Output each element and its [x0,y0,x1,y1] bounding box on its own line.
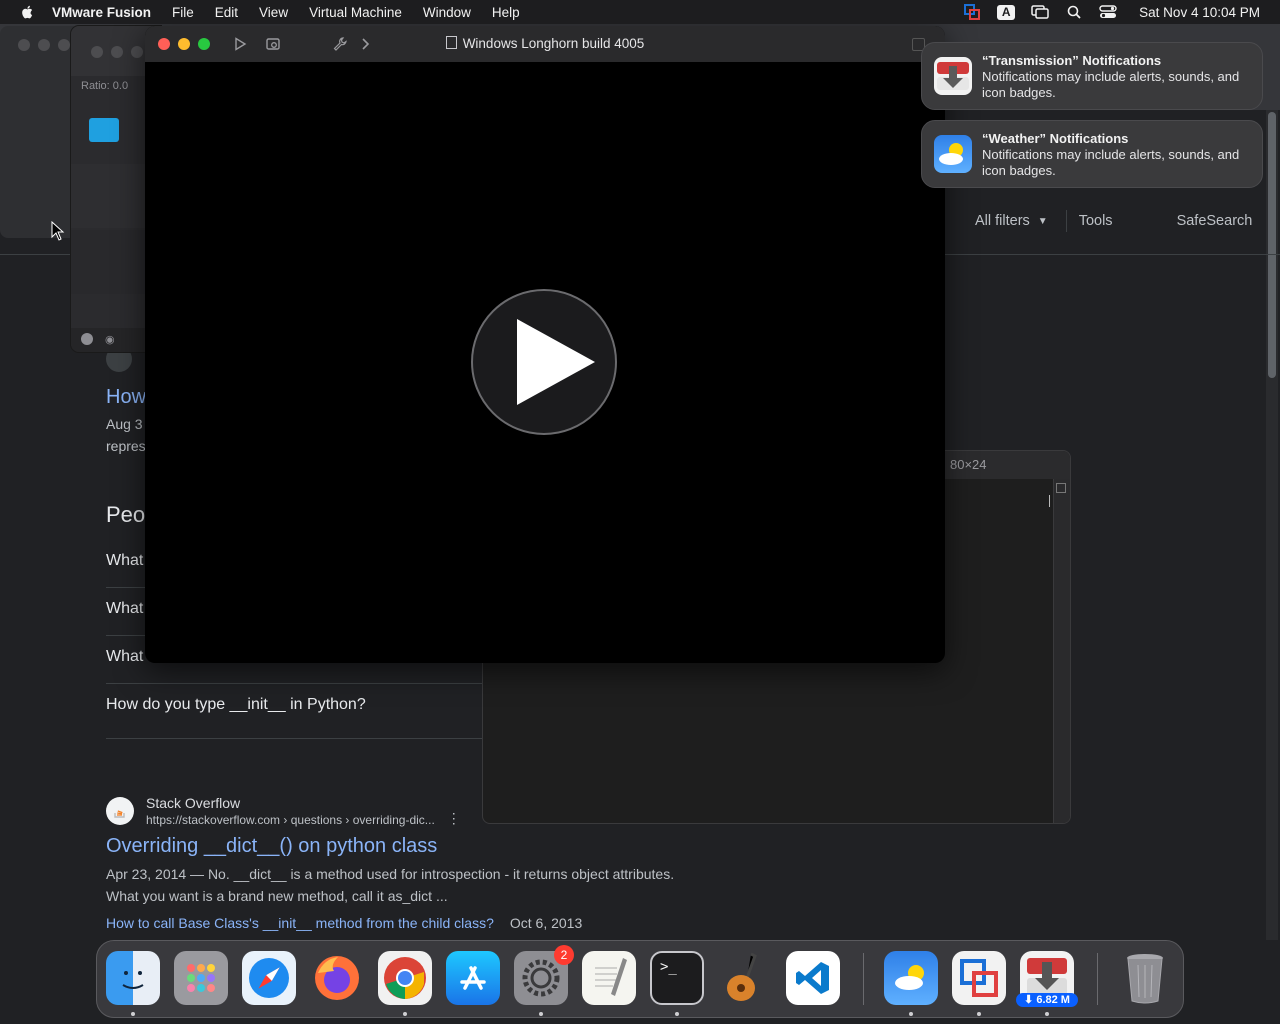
weather-icon [934,135,972,173]
dock-firefox-icon[interactable] [310,951,364,1005]
menu-clock[interactable]: Sat Nov 4 10:04 PM [1139,5,1260,20]
paa-divider [106,738,482,739]
result-snippet-line2: What you want is a brand new method, cal… [106,888,448,904]
ratio-label: Ratio: 0.0 [81,80,129,92]
spotlight-search-icon[interactable] [1065,4,1083,20]
dock-vmware-fusion-icon[interactable] [952,951,1006,1005]
running-indicator [675,1012,679,1016]
transmission-icon [934,57,972,95]
vm-title-text: Windows Longhorn build 4005 [462,36,645,51]
running-indicator [539,1012,543,1016]
related-link[interactable]: How to call Base Class's __init__ method… [106,915,494,931]
scrollbar-thumb[interactable] [1268,112,1276,378]
paa-question[interactable]: What [106,648,143,666]
transmission-speed-badge: ⬇ 6.82 M [1016,993,1078,1007]
caret-down-icon: ▼ [1037,215,1048,227]
vm-document-icon [445,36,457,49]
large-play-icon [517,319,595,405]
paa-question[interactable]: What [106,600,143,618]
terminal-scrollbar[interactable] [1053,479,1070,823]
dock-trash-icon[interactable] [1118,951,1172,1005]
dock-divider [1097,953,1098,1005]
input-source-label: A [997,4,1016,20]
all-filters-label: All filters [975,213,1030,229]
menu-app-name[interactable]: VMware Fusion [52,5,151,20]
apple-menu-icon[interactable] [18,4,38,20]
paa-question[interactable]: How do you type __init__ in Python? [106,696,366,714]
notification-title: “Weather” Notifications [982,131,1129,146]
notification-body: Notifications may include alerts, sounds… [982,69,1240,100]
notification-transmission[interactable]: “Transmission” Notifications Notificatio… [921,42,1263,110]
tools-button[interactable]: Tools [1079,213,1113,229]
dock-garageband-icon[interactable] [718,951,772,1005]
dock-divider [863,953,864,1005]
menu-view[interactable]: View [259,5,288,20]
more-options-icon[interactable]: ⋮ [447,810,461,827]
partial-result-title[interactable]: How [106,386,146,409]
dock-safari-icon[interactable] [242,951,296,1005]
dock-terminal-icon[interactable]: >_ [650,951,704,1005]
menu-window[interactable]: Window [423,5,471,20]
dock: 2 >_ ⬇ 6.82 M [96,940,1184,1018]
notification-body: Notifications may include alerts, sounds… [982,147,1240,178]
mouse-cursor-icon [51,221,65,241]
stackoverflow-favicon [106,796,134,825]
result-site-name: Stack Overflow [146,794,241,811]
result-snippet-line1: Apr 23, 2014 — No. __dict__ is a method … [106,866,675,882]
dock-vscode-icon[interactable] [786,951,840,1005]
vm-play-button[interactable] [471,289,617,435]
dock-finder-icon[interactable] [106,951,160,1005]
control-center-icon[interactable] [1099,4,1117,20]
partial-result-date: Aug 3 [106,416,143,432]
dock-transmission-icon[interactable]: ⬇ 6.82 M [1016,951,1078,1007]
menu-edit[interactable]: Edit [215,5,238,20]
notification-weather[interactable]: “Weather” Notifications Notifications ma… [921,120,1263,188]
folder-icon[interactable] [89,118,119,142]
menu-bar: VMware Fusion File Edit View Virtual Mac… [0,0,1280,24]
dock-chrome-icon[interactable] [378,951,432,1005]
running-indicator [1045,1012,1049,1016]
vmware-window[interactable]: Windows Longhorn build 4005 [145,26,945,663]
vm-title: Windows Longhorn build 4005 [145,26,945,62]
terminal-size-label: 80×24 [950,457,987,472]
running-indicator [131,1012,135,1016]
notification-title: “Transmission” Notifications [982,53,1162,68]
search-filters: All filters ▼ Tools SafeSearch [975,210,1252,232]
more-icon[interactable] [81,333,93,345]
dock-launchpad-icon[interactable] [174,951,228,1005]
result-source[interactable]: Stack Overflow https://stackoverflow.com… [106,794,461,827]
notification-badge: 2 [554,945,574,965]
menu-help[interactable]: Help [492,5,520,20]
dock-weather-icon[interactable] [884,951,938,1005]
all-filters-button[interactable]: All filters ▼ [975,213,1048,229]
partial-result-snippet: repres [106,438,146,454]
background-window[interactable] [0,26,80,238]
people-also-ask-heading: Peo [106,502,146,527]
text-cursor [1049,495,1050,507]
screen-mirroring-icon[interactable] [1031,4,1049,20]
running-indicator [403,1012,407,1016]
menu-file[interactable]: File [172,5,194,20]
vmware-fusion-menu-icon[interactable] [963,4,981,20]
running-indicator [909,1012,913,1016]
dock-app-store-icon[interactable] [446,951,500,1005]
running-indicator [977,1012,981,1016]
dock-textedit-icon[interactable] [582,951,636,1005]
menu-virtual-machine[interactable]: Virtual Machine [309,5,402,20]
paa-question[interactable]: What [106,552,143,570]
input-source-icon[interactable]: A [997,4,1016,20]
dock-system-settings-icon[interactable]: 2 [514,945,574,1005]
related-date: Oct 6, 2013 [509,915,583,931]
share-icon[interactable]: ◉ [105,333,115,346]
result-title[interactable]: Overriding __dict__() on python class [106,835,437,858]
safesearch-button[interactable]: SafeSearch [1177,213,1253,229]
result-url: https://stackoverflow.com › questions › … [146,812,435,827]
split-icon[interactable] [1056,483,1066,493]
